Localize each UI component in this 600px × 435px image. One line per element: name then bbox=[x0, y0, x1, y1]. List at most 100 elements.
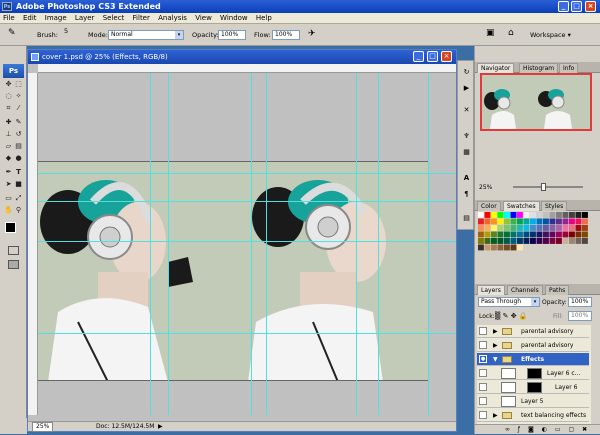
swatch[interactable] bbox=[536, 238, 543, 244]
character-panel-icon[interactable]: A bbox=[461, 173, 472, 184]
guide-line[interactable] bbox=[38, 201, 456, 202]
swatch[interactable] bbox=[484, 238, 491, 244]
swatch[interactable] bbox=[478, 244, 484, 251]
swatch[interactable] bbox=[543, 238, 549, 244]
swatch[interactable] bbox=[517, 238, 523, 244]
visibility-toggle[interactable] bbox=[479, 411, 487, 419]
swatch[interactable] bbox=[569, 218, 575, 225]
swatch[interactable] bbox=[549, 225, 556, 231]
blur-tool-icon[interactable]: ◆ bbox=[4, 154, 13, 163]
eye-icon[interactable]: ● bbox=[479, 355, 487, 363]
quick-mask-icon[interactable] bbox=[8, 246, 19, 255]
swatch[interactable] bbox=[569, 238, 575, 244]
layer-row[interactable]: ▶ parental advisory copy bbox=[477, 325, 589, 348]
swatch[interactable] bbox=[478, 231, 484, 238]
lock-pixels-icon[interactable]: ▒ ✎ ✥ 🔒 bbox=[495, 312, 528, 320]
swatch[interactable] bbox=[543, 231, 549, 238]
menu-help[interactable]: Help bbox=[253, 13, 275, 24]
swatch[interactable] bbox=[491, 212, 497, 218]
swatch[interactable] bbox=[549, 212, 556, 218]
menu-edit[interactable]: Edit bbox=[20, 13, 40, 24]
expand-triangle-icon[interactable]: ▶ bbox=[493, 325, 498, 338]
guide-line[interactable] bbox=[378, 73, 379, 415]
swatch[interactable] bbox=[497, 212, 504, 218]
pen-tool-icon[interactable]: ✒ bbox=[4, 168, 13, 177]
canvas-area[interactable] bbox=[38, 73, 456, 415]
menu-filter[interactable]: Filter bbox=[130, 13, 153, 24]
swatch[interactable] bbox=[523, 225, 530, 231]
swatch[interactable] bbox=[549, 218, 556, 225]
collapse-triangle-icon[interactable]: ▼ bbox=[493, 353, 498, 366]
ruler-horizontal[interactable] bbox=[38, 64, 456, 73]
fill-input[interactable]: 100% bbox=[568, 311, 592, 321]
layer-row[interactable]: Layer 5 bbox=[477, 395, 589, 408]
tab-layers[interactable]: Layers bbox=[477, 285, 505, 295]
swatch[interactable] bbox=[575, 238, 582, 244]
swatch[interactable] bbox=[504, 212, 510, 218]
swatch[interactable] bbox=[478, 238, 484, 244]
swatch[interactable] bbox=[536, 231, 543, 238]
menu-file[interactable]: File bbox=[0, 13, 18, 24]
guide-line[interactable] bbox=[266, 73, 267, 415]
swatch[interactable] bbox=[504, 238, 510, 244]
swatch[interactable] bbox=[582, 231, 588, 238]
swatch[interactable] bbox=[510, 218, 517, 225]
swatch[interactable] bbox=[562, 225, 569, 231]
guide-line[interactable] bbox=[168, 73, 169, 415]
tool-preset-icon[interactable]: ⌂ bbox=[508, 28, 514, 38]
swatch[interactable] bbox=[562, 231, 569, 238]
swatch[interactable] bbox=[478, 218, 484, 225]
path-select-icon[interactable]: ➤ bbox=[4, 180, 13, 189]
menu-image[interactable]: Image bbox=[42, 13, 70, 24]
swatch[interactable] bbox=[536, 218, 543, 225]
swatch[interactable] bbox=[556, 238, 562, 244]
tab-paths[interactable]: Paths bbox=[545, 285, 570, 295]
swatch[interactable] bbox=[517, 218, 523, 225]
clone-stamp-icon[interactable]: ⊥ bbox=[4, 130, 13, 139]
navigator-zoom-slider[interactable] bbox=[513, 186, 583, 188]
brush-size[interactable]: 5 bbox=[64, 27, 68, 35]
swatch[interactable] bbox=[491, 218, 497, 225]
tab-info[interactable]: Info bbox=[559, 63, 579, 73]
slider-handle[interactable] bbox=[541, 183, 546, 191]
guide-line[interactable] bbox=[251, 73, 252, 415]
visibility-toggle[interactable] bbox=[479, 383, 487, 391]
guide-line[interactable] bbox=[428, 73, 429, 415]
swatch[interactable] bbox=[562, 218, 569, 225]
swatch[interactable] bbox=[530, 238, 536, 244]
swatch[interactable] bbox=[523, 231, 530, 238]
swatch[interactable] bbox=[491, 238, 497, 244]
airbrush-icon[interactable]: ✈ bbox=[308, 29, 316, 39]
guide-line[interactable] bbox=[38, 173, 456, 174]
layer-row[interactable]: Layer 6 c... bbox=[477, 367, 589, 380]
swatch[interactable] bbox=[497, 231, 504, 238]
menu-analysis[interactable]: Analysis bbox=[155, 13, 190, 24]
swatch[interactable] bbox=[484, 231, 491, 238]
opacity-input[interactable]: 100% bbox=[218, 30, 246, 40]
magic-wand-icon[interactable]: ✧ bbox=[14, 92, 23, 101]
workspace-button[interactable]: Workspace ▾ bbox=[530, 31, 571, 39]
swatch[interactable] bbox=[504, 225, 510, 231]
swatch[interactable] bbox=[517, 244, 523, 251]
swatch[interactable] bbox=[530, 225, 536, 231]
layer-row[interactable]: ▶ parental advisory bbox=[477, 339, 589, 352]
crop-tool-icon[interactable]: ⌗ bbox=[4, 104, 13, 113]
menu-layer[interactable]: Layer bbox=[72, 13, 98, 24]
layer-comps-icon[interactable]: ▤ bbox=[461, 213, 472, 224]
swatch[interactable] bbox=[523, 238, 530, 244]
swatch[interactable] bbox=[543, 212, 549, 218]
doc-maximize-button[interactable]: □ bbox=[427, 51, 438, 62]
swatch[interactable] bbox=[556, 212, 562, 218]
swatch[interactable] bbox=[484, 244, 491, 251]
swatch[interactable] bbox=[523, 218, 530, 225]
swatch[interactable] bbox=[517, 231, 523, 238]
swatch[interactable] bbox=[504, 218, 510, 225]
swatch[interactable] bbox=[530, 218, 536, 225]
maximize-button[interactable]: □ bbox=[571, 1, 582, 12]
healing-brush-icon[interactable]: ✚ bbox=[4, 118, 13, 127]
tab-navigator[interactable]: Navigator bbox=[477, 63, 515, 73]
slice-tool-icon[interactable]: ⁄ bbox=[14, 104, 23, 113]
layers-opacity-input[interactable]: 100% bbox=[568, 297, 592, 307]
visibility-toggle[interactable] bbox=[479, 341, 487, 349]
actions-panel-icon[interactable]: ▶ bbox=[461, 83, 472, 94]
